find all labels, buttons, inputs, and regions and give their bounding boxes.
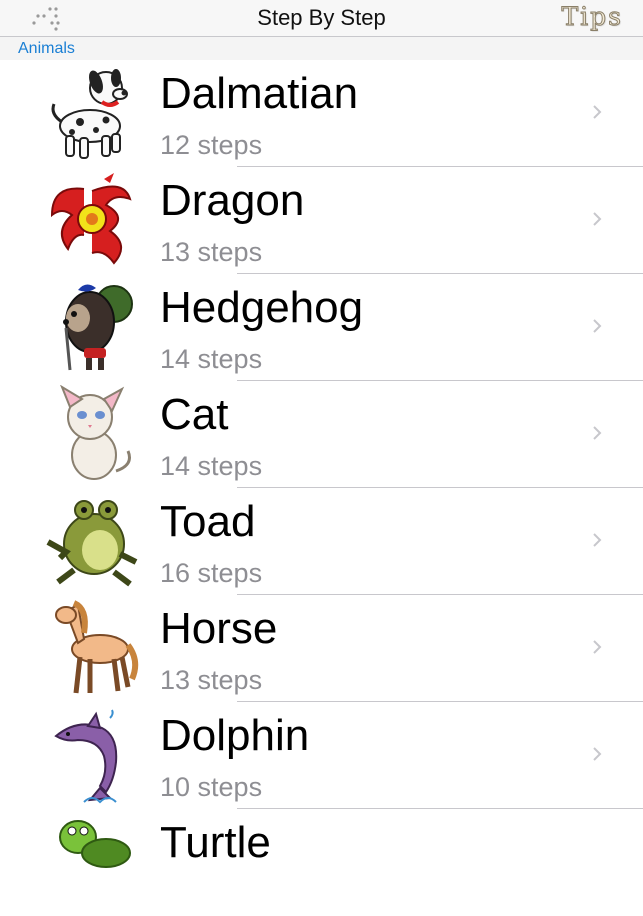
turtle-icon: [59, 820, 131, 868]
dragon-icon: [50, 173, 132, 265]
section-header: Animals: [0, 37, 643, 60]
tips-button[interactable]: Tips: [561, 2, 623, 32]
list-item[interactable]: Dalmatian 12 steps: [0, 60, 643, 167]
chevron-right-icon: [593, 747, 602, 761]
animal-name: Dolphin: [160, 711, 310, 760]
step-count: 13 steps: [160, 665, 263, 695]
hedgehog-icon: [63, 284, 133, 371]
animal-name: Cat: [160, 390, 229, 439]
step-count: 16 steps: [160, 558, 263, 588]
chevron-right-icon: [593, 105, 602, 119]
list-item[interactable]: Horse 13 steps: [0, 595, 643, 702]
list-item[interactable]: Hedgehog 14 steps: [0, 274, 643, 381]
animal-list: Dalmatian 12 steps Dragon 13 steps Hedge…: [0, 60, 643, 916]
cat-icon: [60, 385, 131, 480]
step-count: 14 steps: [160, 344, 263, 374]
chevron-right-icon: [593, 640, 602, 654]
animal-name: Dragon: [160, 176, 305, 225]
animal-name: Horse: [160, 604, 278, 653]
animal-name: Toad: [160, 497, 256, 546]
step-count: 14 steps: [160, 451, 263, 481]
chevron-right-icon: [593, 533, 602, 547]
animal-name: Dalmatian: [160, 69, 359, 118]
chevron-right-icon: [593, 319, 602, 333]
toad-icon: [46, 500, 138, 587]
page-title: Step By Step: [257, 5, 386, 30]
list-item[interactable]: Dragon 13 steps: [0, 167, 643, 274]
step-count: 10 steps: [160, 772, 263, 802]
horse-icon: [55, 600, 139, 694]
navigation-bar: Step By Step Tips: [0, 0, 643, 37]
list-item[interactable]: Turtle: [0, 809, 643, 916]
dalmatian-icon: [51, 69, 128, 159]
chevron-right-icon: [593, 212, 602, 226]
list-item[interactable]: Toad 16 steps: [0, 488, 643, 595]
animal-name: Hedgehog: [160, 283, 364, 332]
step-count: 12 steps: [160, 130, 263, 160]
dolphin-icon: [54, 709, 118, 804]
list-item[interactable]: Dolphin 10 steps: [0, 702, 643, 809]
chevron-right-icon: [593, 426, 602, 440]
animal-name: Turtle: [160, 818, 271, 867]
step-count: 13 steps: [160, 237, 263, 267]
list-item[interactable]: Cat 14 steps: [0, 381, 643, 488]
section-label-animals[interactable]: Animals: [18, 40, 75, 58]
